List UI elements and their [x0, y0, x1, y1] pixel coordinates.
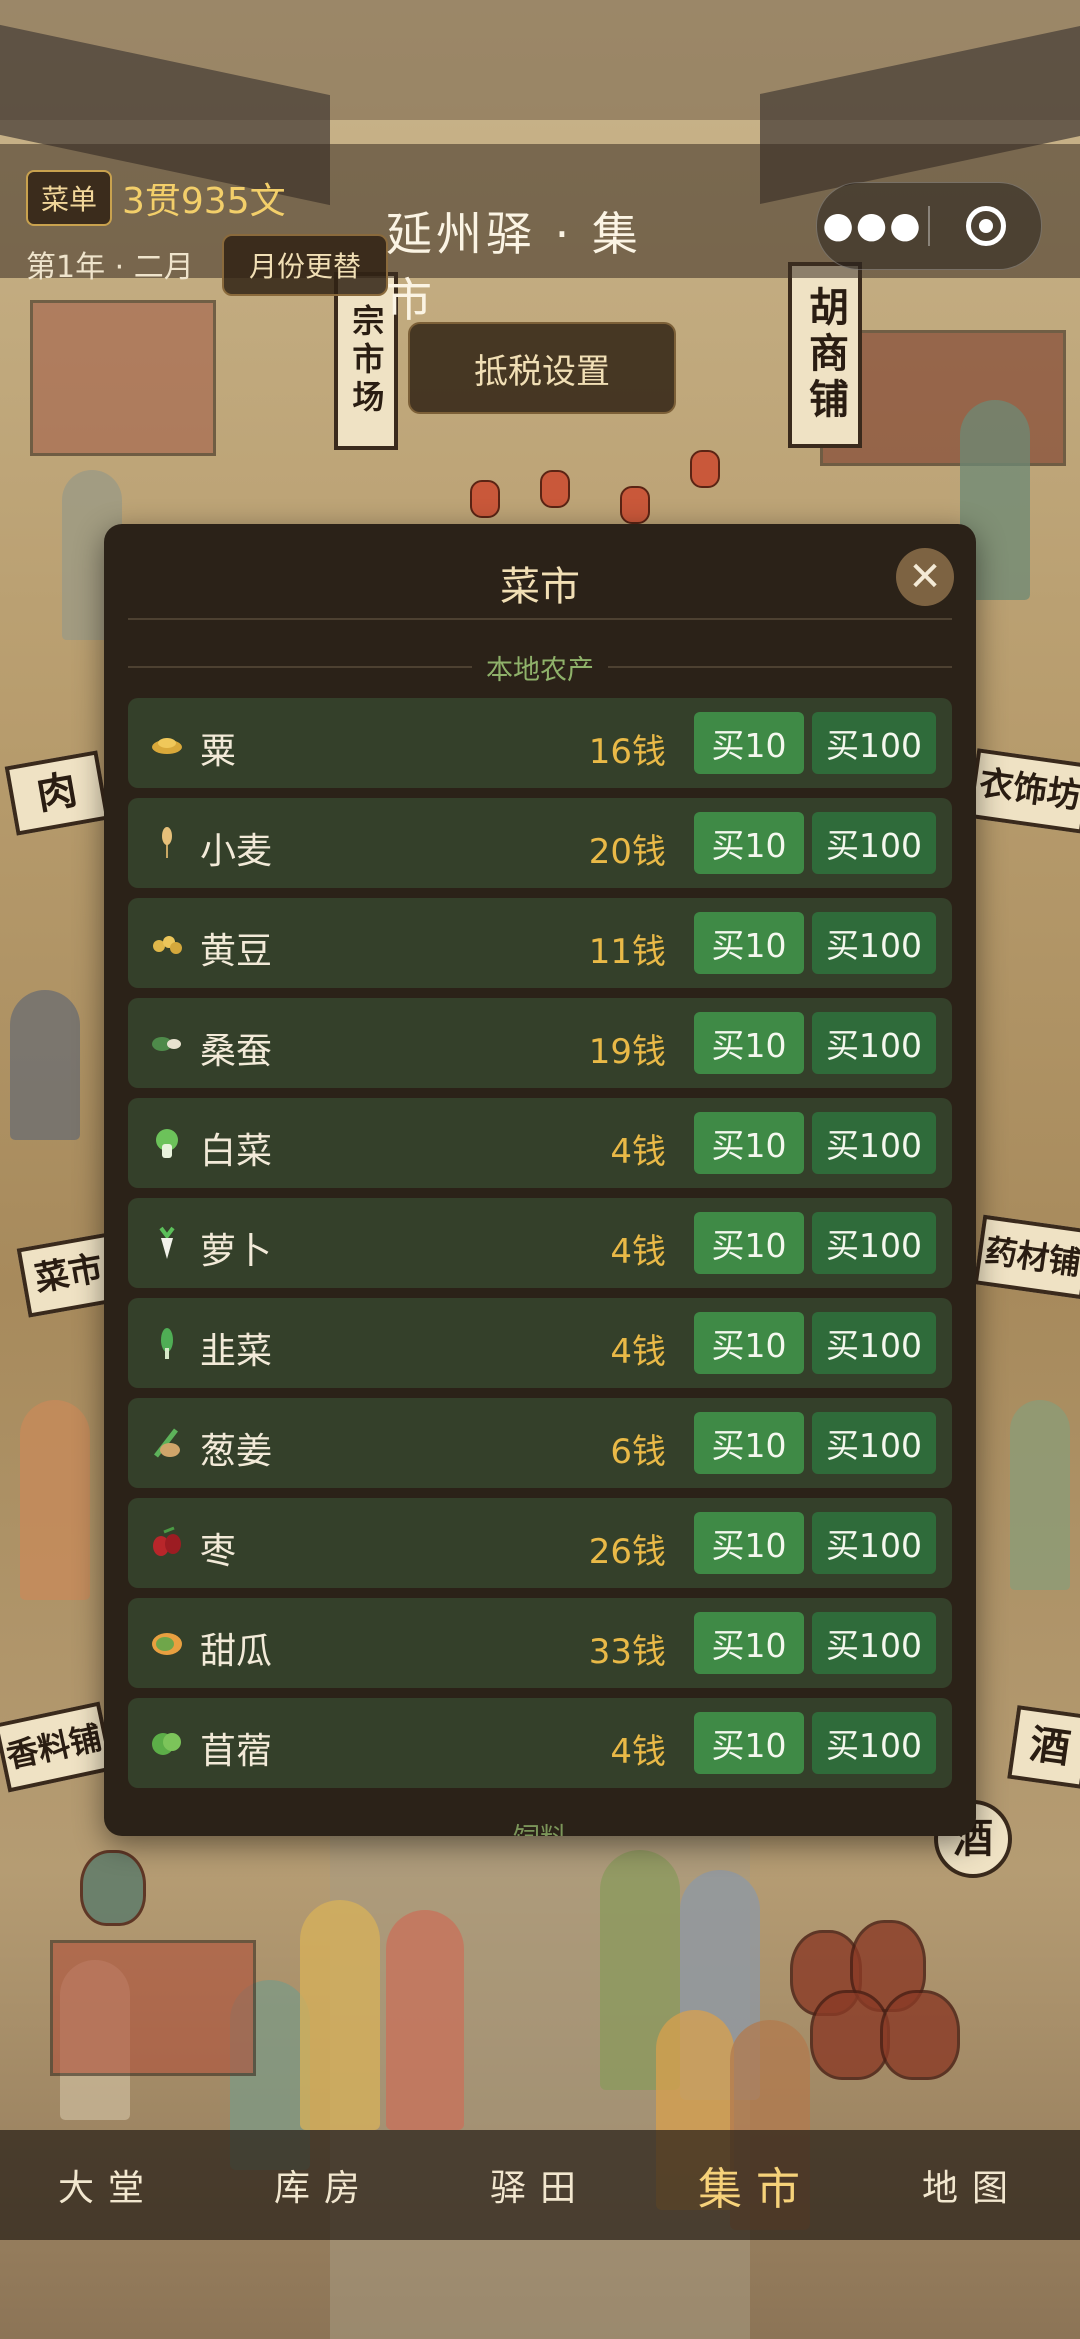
melon-icon	[150, 1626, 184, 1660]
goods-name: 桑蚕	[200, 1031, 273, 1072]
nav-tab-map[interactable]: 地图	[864, 2159, 1080, 2211]
buy-10-button[interactable]: 买10	[694, 1512, 804, 1574]
sign-clothing: 衣饰坊	[967, 748, 1080, 834]
goods-price: 4钱	[610, 1332, 666, 1372]
goods-row: 苜蓿 4钱 买10 买100	[128, 1698, 952, 1788]
goods-name: 粟	[200, 731, 237, 772]
month-advance-button[interactable]: 月份更替	[222, 234, 388, 296]
buy-10-button[interactable]: 买10	[694, 1212, 804, 1274]
buy-10-button[interactable]: 买10	[694, 712, 804, 774]
goods-price: 19钱	[588, 1032, 666, 1072]
close-icon: ✕	[908, 554, 942, 600]
buy-100-button[interactable]: 买100	[812, 1012, 936, 1074]
vegetable-market-modal: 菜市 ✕ 本地农产 粟 16钱 买10 买100 小麦 20钱 买10 买100	[104, 524, 976, 1836]
tax-settings-button[interactable]: 抵税设置	[408, 322, 676, 414]
more-dots-icon[interactable]: ●●●	[817, 208, 928, 244]
goods-row: 韭菜 4钱 买10 买100	[128, 1298, 952, 1388]
goods-price: 20钱	[588, 832, 666, 872]
section-header-local-produce: 本地农产	[128, 650, 952, 686]
buy-100-button[interactable]: 买100	[812, 1612, 936, 1674]
nav-tab-hall[interactable]: 大堂	[0, 2159, 216, 2211]
goods-name: 枣	[200, 1531, 237, 1572]
buy-10-button[interactable]: 买10	[694, 1412, 804, 1474]
alfalfa-icon	[150, 1726, 184, 1760]
buy-10-button[interactable]: 买10	[694, 1312, 804, 1374]
date-display: 第1年 · 二月	[26, 250, 194, 285]
buy-10-button[interactable]: 买10	[694, 912, 804, 974]
buy-100-button[interactable]: 买100	[812, 1212, 936, 1274]
buy-100-button[interactable]: 买100	[812, 812, 936, 874]
title-divider	[128, 618, 952, 620]
buy-100-button[interactable]: 买100	[812, 712, 936, 774]
goods-row: 桑蚕 19钱 买10 买100	[128, 998, 952, 1088]
miniprogram-capsule: ●●●	[816, 182, 1042, 270]
goods-row: 萝卜 4钱 买10 买100	[128, 1198, 952, 1288]
menu-button-label: 菜单	[40, 183, 97, 216]
goods-name: 葱姜	[200, 1431, 273, 1472]
silkworm-icon	[150, 1026, 184, 1060]
goods-price: 11钱	[588, 932, 666, 972]
buy-10-button[interactable]: 买10	[694, 1112, 804, 1174]
sign-hu-merchant: 胡商铺	[788, 262, 862, 448]
goods-name: 黄豆	[200, 931, 273, 972]
goods-price: 33钱	[588, 1632, 666, 1672]
scallion-ginger-icon	[150, 1426, 184, 1460]
millet-icon	[150, 726, 184, 760]
wheat-icon	[150, 826, 184, 860]
menu-button[interactable]: 菜单	[26, 170, 112, 226]
sign-wine-right: 酒	[1007, 1705, 1080, 1789]
modal-title: 菜市	[500, 564, 580, 610]
sign-butcher: 肉	[4, 750, 110, 836]
close-button[interactable]: ✕	[896, 548, 954, 606]
goods-price: 4钱	[610, 1132, 666, 1172]
goods-row: 小麦 20钱 买10 买100	[128, 798, 952, 888]
buy-10-button[interactable]: 买10	[694, 1012, 804, 1074]
section-header-feed: 饲料	[104, 1816, 976, 1836]
buy-10-button[interactable]: 买10	[694, 1712, 804, 1774]
buy-100-button[interactable]: 买100	[812, 1512, 936, 1574]
jujube-icon	[150, 1526, 184, 1560]
goods-name: 韭菜	[200, 1331, 273, 1372]
nav-tab-market[interactable]: 集市	[648, 2153, 864, 2217]
goods-price: 6钱	[610, 1432, 666, 1472]
month-advance-label: 月份更替	[248, 250, 361, 283]
buy-100-button[interactable]: 买100	[812, 912, 936, 974]
radish-icon	[150, 1226, 184, 1260]
buy-100-button[interactable]: 买100	[812, 1412, 936, 1474]
goods-row: 葱姜 6钱 买10 买100	[128, 1398, 952, 1488]
goods-row: 黄豆 11钱 买10 买100	[128, 898, 952, 988]
buy-100-button[interactable]: 买100	[812, 1112, 936, 1174]
goods-row: 甜瓜 33钱 买10 买100	[128, 1598, 952, 1688]
goods-name: 苜蓿	[200, 1731, 273, 1772]
goods-row: 枣 26钱 买10 买100	[128, 1498, 952, 1588]
soybean-icon	[150, 926, 184, 960]
goods-list: 粟 16钱 买10 买100 小麦 20钱 买10 买100 黄豆 11钱 买1…	[128, 698, 952, 1798]
goods-row: 粟 16钱 买10 买100	[128, 698, 952, 788]
goods-row: 白菜 4钱 买10 买100	[128, 1098, 952, 1188]
money-display: 3贯935文	[122, 181, 286, 222]
chive-icon	[150, 1326, 184, 1360]
buy-10-button[interactable]: 买10	[694, 1612, 804, 1674]
goods-price: 26钱	[588, 1532, 666, 1572]
goods-price: 4钱	[610, 1732, 666, 1772]
cabbage-icon	[150, 1126, 184, 1160]
goods-name: 小麦	[200, 831, 273, 872]
sign-spice-shop: 香料铺	[0, 1701, 115, 1793]
bottom-navigation: 大堂 库房 驿田 集市 地图	[0, 2130, 1080, 2240]
nav-tab-fields[interactable]: 驿田	[432, 2159, 648, 2211]
goods-name: 白菜	[200, 1131, 273, 1172]
goods-name: 甜瓜	[200, 1631, 273, 1672]
nav-tab-warehouse[interactable]: 库房	[216, 2159, 432, 2211]
goods-name: 萝卜	[200, 1231, 273, 1272]
record-target-icon[interactable]	[930, 206, 1041, 246]
page-title: 延州驿 · 集 市	[386, 207, 642, 327]
sign-herb-shop: 药材铺	[973, 1214, 1080, 1300]
tax-settings-label: 抵税设置	[474, 351, 610, 392]
goods-price: 4钱	[610, 1232, 666, 1272]
goods-price: 16钱	[588, 732, 666, 772]
buy-10-button[interactable]: 买10	[694, 812, 804, 874]
buy-100-button[interactable]: 买100	[812, 1712, 936, 1774]
buy-100-button[interactable]: 买100	[812, 1312, 936, 1374]
